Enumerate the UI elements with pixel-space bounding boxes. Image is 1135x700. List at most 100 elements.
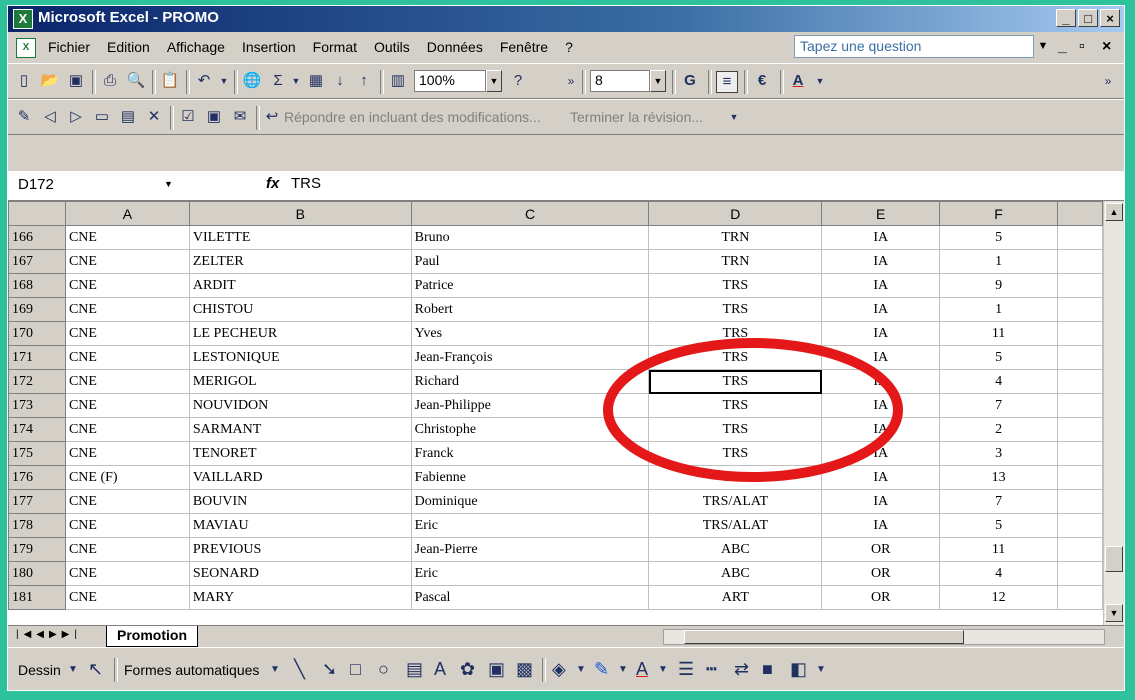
- cell[interactable]: TRS/ALAT: [648, 489, 823, 514]
- cell[interactable]: [1057, 345, 1103, 370]
- save-icon[interactable]: ▣: [66, 71, 86, 91]
- cell[interactable]: CNE: [64, 561, 190, 586]
- zoom-dropdown-icon[interactable]: ▼: [486, 70, 502, 92]
- workbook-icon[interactable]: X: [16, 38, 36, 58]
- row-header[interactable]: 166: [8, 225, 66, 250]
- row-header[interactable]: 174: [8, 417, 66, 442]
- cell[interactable]: TRN: [648, 249, 823, 274]
- cell[interactable]: 1: [939, 249, 1058, 274]
- fill-color-icon[interactable]: ◈: [552, 659, 566, 680]
- tab-navigation-icons[interactable]: |◀◀▶▶|: [16, 629, 82, 640]
- row-header[interactable]: 177: [8, 489, 66, 514]
- cell[interactable]: CNE: [64, 273, 190, 298]
- cell[interactable]: TRS/ALAT: [648, 513, 823, 538]
- cell[interactable]: CNE: [64, 225, 190, 250]
- insert-function-icon[interactable]: fx: [266, 175, 279, 192]
- cell[interactable]: LE PECHEUR: [188, 321, 412, 346]
- column-header[interactable]: A: [64, 201, 190, 226]
- cell[interactable]: IA: [821, 297, 941, 322]
- cell[interactable]: 11: [939, 537, 1058, 562]
- cell[interactable]: 12: [939, 585, 1058, 610]
- menu-help[interactable]: ?: [565, 39, 573, 55]
- cell[interactable]: ABC: [648, 537, 823, 562]
- wordart-icon[interactable]: A: [434, 659, 446, 680]
- reply-with-changes-icon[interactable]: ↩: [262, 107, 282, 127]
- paste-icon[interactable]: 📋: [160, 71, 180, 91]
- row-header[interactable]: 167: [8, 249, 66, 274]
- menu-affichage[interactable]: Affichage: [167, 39, 225, 55]
- cell[interactable]: TENORET: [188, 441, 412, 466]
- cell[interactable]: CNE: [64, 393, 190, 418]
- excel-app-icon[interactable]: X: [13, 9, 33, 29]
- cell[interactable]: [1057, 249, 1103, 274]
- column-header[interactable]: C: [410, 201, 650, 226]
- cell[interactable]: [1057, 585, 1103, 610]
- cell[interactable]: SEONARD: [188, 561, 412, 586]
- scroll-down-icon[interactable]: ▼: [1105, 604, 1123, 622]
- cell[interactable]: Pascal: [410, 585, 650, 610]
- align-center-icon[interactable]: ≡: [716, 71, 738, 93]
- review-toolbar-dropdown-icon[interactable]: ▼: [724, 107, 744, 127]
- bold-button[interactable]: G: [680, 71, 700, 91]
- cell[interactable]: 11: [939, 321, 1058, 346]
- cell[interactable]: [1057, 225, 1103, 250]
- cell[interactable]: CHISTOU: [188, 297, 412, 322]
- horizontal-scroll-thumb[interactable]: [684, 630, 964, 644]
- menu-fenetre[interactable]: Fenêtre: [500, 39, 548, 55]
- scroll-up-icon[interactable]: ▲: [1105, 203, 1123, 221]
- print-preview-icon[interactable]: 🔍: [126, 71, 146, 91]
- cell[interactable]: 3: [939, 441, 1058, 466]
- cell[interactable]: ARDIT: [188, 273, 412, 298]
- undo-dropdown-icon[interactable]: ▼: [214, 71, 234, 91]
- cell[interactable]: IA: [821, 273, 941, 298]
- cell[interactable]: Eric: [410, 561, 650, 586]
- cell[interactable]: 1: [939, 297, 1058, 322]
- cell[interactable]: [1057, 417, 1103, 442]
- cell[interactable]: Eric: [410, 513, 650, 538]
- cell[interactable]: Franck: [410, 441, 650, 466]
- row-header[interactable]: 173: [8, 393, 66, 418]
- new-file-icon[interactable]: ▯: [14, 71, 34, 91]
- cell[interactable]: [1057, 441, 1103, 466]
- doc-minimize-icon[interactable]: _: [1058, 38, 1067, 56]
- column-header[interactable]: E: [821, 201, 941, 226]
- autoshapes-menu-button[interactable]: Formes automatiques: [124, 662, 259, 678]
- cell[interactable]: VILETTE: [188, 225, 412, 250]
- cell[interactable]: VAILLARD: [188, 465, 412, 490]
- cell[interactable]: CNE: [64, 249, 190, 274]
- cell[interactable]: SARMANT: [188, 417, 412, 442]
- cell[interactable]: OR: [821, 537, 941, 562]
- cell[interactable]: 7: [939, 489, 1058, 514]
- cell[interactable]: TRS: [648, 441, 823, 466]
- cell[interactable]: Christophe: [410, 417, 650, 442]
- cell[interactable]: IA: [821, 369, 941, 394]
- cell[interactable]: LESTONIQUE: [188, 345, 412, 370]
- name-box[interactable]: D172: [12, 174, 182, 198]
- hyperlink-icon[interactable]: 🌐: [242, 71, 262, 91]
- update-file-icon[interactable]: ▣: [204, 107, 224, 127]
- worksheet-grid[interactable]: A B C D E F 166 CNE VILETTE Bruno TRN IA 5 167 CNE ZELT…: [8, 201, 1103, 625]
- clipart-icon[interactable]: ▣: [488, 659, 505, 680]
- new-comment-icon[interactable]: ✎: [14, 107, 34, 127]
- select-pointer-icon[interactable]: ↖: [88, 659, 103, 680]
- cell[interactable]: [1057, 273, 1103, 298]
- cell[interactable]: CNE (F): [64, 465, 190, 490]
- chart-wizard-icon[interactable]: ▥: [388, 71, 408, 91]
- 3d-style-icon[interactable]: ◧: [790, 659, 807, 680]
- create-task-icon[interactable]: ☑: [178, 107, 198, 127]
- autosum-icon[interactable]: Σ: [268, 71, 288, 91]
- vertical-scroll-thumb[interactable]: [1105, 546, 1123, 572]
- cell[interactable]: CNE: [64, 345, 190, 370]
- cell[interactable]: TRS: [648, 297, 823, 322]
- draw-font-color-dropdown-icon[interactable]: ▼: [658, 664, 668, 675]
- column-header[interactable]: [1057, 201, 1103, 226]
- cell[interactable]: CNE: [64, 585, 190, 610]
- cell[interactable]: TRS: [648, 465, 823, 490]
- autoshapes-dropdown-icon[interactable]: ▼: [270, 664, 280, 675]
- cell[interactable]: Paul: [410, 249, 650, 274]
- ask-dropdown-icon[interactable]: ▼: [1034, 35, 1052, 58]
- cell[interactable]: [1057, 321, 1103, 346]
- cell[interactable]: IA: [821, 465, 941, 490]
- currency-button[interactable]: €: [752, 71, 772, 91]
- cell[interactable]: PREVIOUS: [188, 537, 412, 562]
